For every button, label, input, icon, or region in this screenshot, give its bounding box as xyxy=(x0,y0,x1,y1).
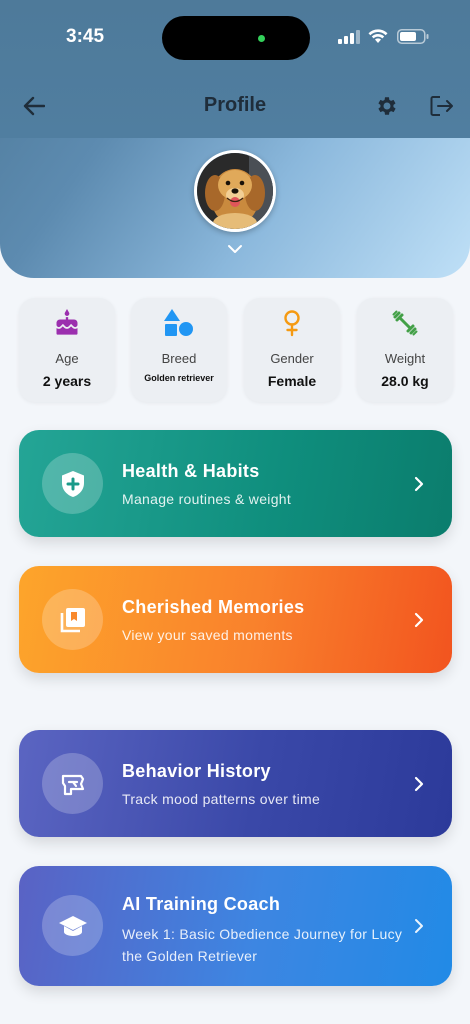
settings-button[interactable] xyxy=(373,92,401,120)
card-icon-badge xyxy=(42,753,103,814)
chevron-down-icon[interactable] xyxy=(226,242,244,256)
logout-button[interactable] xyxy=(428,92,456,120)
shapes-icon xyxy=(164,309,193,336)
psychology-icon xyxy=(61,774,84,795)
golden-retriever-photo xyxy=(197,153,273,229)
card-title: Cherished Memories xyxy=(122,597,305,617)
cellular-signal-icon xyxy=(338,30,360,44)
pet-avatar[interactable] xyxy=(194,150,276,232)
behavior-history-card[interactable]: Behavior History Track mood patterns ove… xyxy=(19,730,452,837)
card-title: Health & Habits xyxy=(122,461,260,481)
dumbbell-icon xyxy=(392,310,418,336)
stat-age: Age 2 years xyxy=(19,298,115,402)
stat-breed: Breed Golden retriever xyxy=(131,298,227,402)
cake-icon xyxy=(56,309,78,335)
pet-stats-row: Age 2 years Breed Golden retriever Gende… xyxy=(19,298,453,402)
card-icon-badge xyxy=(42,589,103,650)
card-icon-badge xyxy=(42,453,103,514)
stat-breed-label: Breed xyxy=(161,351,197,366)
chevron-right-icon xyxy=(414,776,424,792)
card-title: AI Training Coach xyxy=(122,894,281,914)
cherished-memories-card[interactable]: Cherished Memories View your saved momen… xyxy=(19,566,452,673)
stat-gender-value: Female xyxy=(267,373,317,389)
card-subtitle: Week 1: Basic Obedience Journey for Lucy… xyxy=(122,926,403,964)
chevron-right-icon xyxy=(414,612,424,628)
card-title: Behavior History xyxy=(122,761,271,781)
camera-indicator-icon xyxy=(258,35,265,42)
dynamic-island xyxy=(162,16,310,60)
stat-gender-label: Gender xyxy=(270,351,314,366)
navbar: Profile xyxy=(0,88,470,124)
chevron-right-icon xyxy=(414,476,424,492)
status-time: 3:45 xyxy=(66,26,105,47)
card-subtitle: Manage routines & weight xyxy=(122,491,292,507)
stat-age-value: 2 years xyxy=(42,373,92,389)
status-bar: 3:45 xyxy=(0,16,470,60)
photo-library-icon xyxy=(60,607,85,632)
wifi-icon xyxy=(368,29,388,43)
battery-icon xyxy=(397,29,429,44)
shield-plus-icon xyxy=(61,470,84,497)
card-subtitle: Track mood patterns over time xyxy=(122,791,321,807)
graduation-cap-icon xyxy=(58,915,87,936)
stat-gender: Gender Female xyxy=(244,298,340,402)
chevron-right-icon xyxy=(415,919,423,933)
stat-weight: Weight 28.0 kg xyxy=(357,298,453,402)
gear-icon xyxy=(378,97,396,115)
female-icon xyxy=(284,310,300,337)
card-icon-badge xyxy=(42,895,103,956)
stat-breed-value: Golden retriever xyxy=(144,373,214,383)
stat-age-label: Age xyxy=(55,351,79,366)
ai-training-coach-card[interactable]: AI Training Coach Week 1: Basic Obedienc… xyxy=(19,866,452,986)
health-habits-card[interactable]: Health & Habits Manage routines & weight xyxy=(19,430,452,537)
stat-weight-label: Weight xyxy=(384,351,426,366)
stat-weight-value: 28.0 kg xyxy=(381,373,429,389)
card-subtitle: View your saved moments xyxy=(122,627,293,643)
logout-icon xyxy=(430,96,453,116)
